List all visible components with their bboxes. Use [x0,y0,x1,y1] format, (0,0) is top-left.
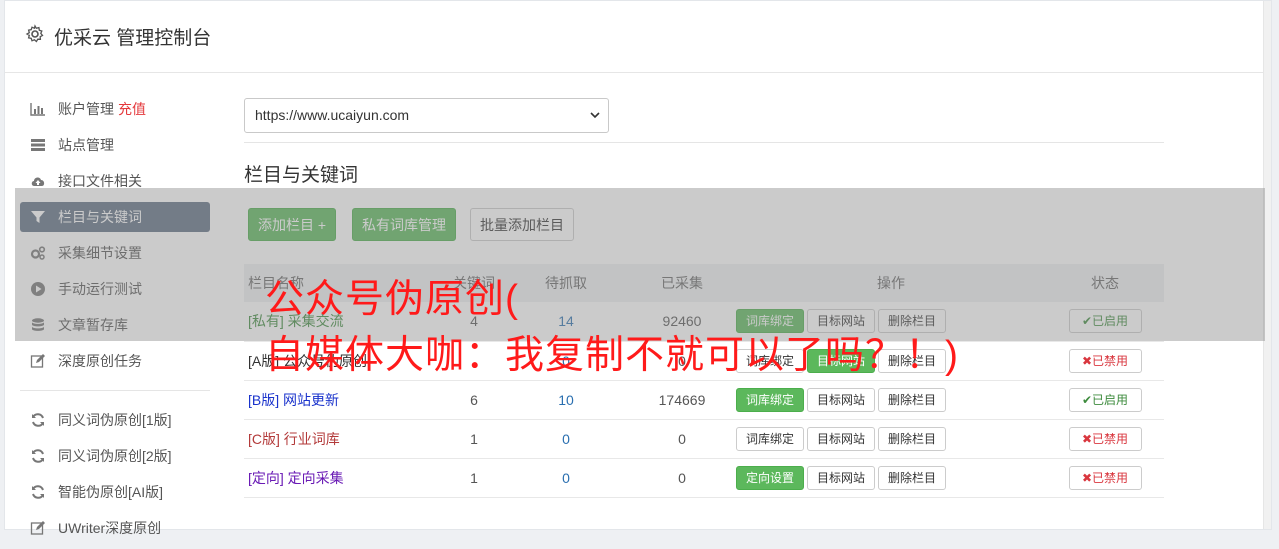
sidebar-item-label: 同义词伪原创[2版] [58,448,172,464]
table-row: [B版] 网站更新 6 10 174669 词库绑定 目标网站 删除栏目 ✔已启用 [244,380,1164,419]
sidebar-item-uwriter[interactable]: UWriter深度原创 [20,513,210,543]
app-title: 优采云 管理控制台 [54,28,212,49]
section-title: 栏目与关键词 [244,165,359,186]
divider [244,142,1164,143]
cloud-upload-icon [31,177,45,186]
sidebar-item-synonym-v1[interactable]: 同义词伪原创[1版] [20,405,210,435]
row-status: ✖已禁用 [1046,419,1164,458]
collected-count: 0 [678,469,686,486]
collected-count: 174669 [658,391,706,408]
sidebar-divider [20,390,210,391]
bar-chart-icon [30,103,45,116]
status-toggle[interactable]: ✖已禁用 [1068,426,1142,451]
column-name[interactable]: [C版] 行业词库 [244,419,444,458]
collected-count: 0 [678,430,686,447]
chevron-down-icon [590,112,600,119]
sidebar-item-label: 同义词伪原创[1版] [58,412,172,428]
column-name[interactable]: [B版] 网站更新 [244,380,444,419]
refresh-icon [32,413,44,427]
row-ops: 定向设置 目标网站 删除栏目 [736,458,1046,497]
edit-icon [30,354,45,368]
row-status: ✖已禁用 [1046,341,1164,380]
status-toggle[interactable]: ✖已禁用 [1068,348,1142,373]
delete-column-button[interactable]: 删除栏目 [878,387,947,412]
row-ops: 词库绑定 目标网站 删除栏目 [736,419,1046,458]
row-status: ✔已启用 [1046,380,1164,419]
sidebar-item-synonym-v2[interactable]: 同义词伪原创[2版] [20,441,210,471]
sidebar-item-label: 账户管理 [58,101,114,117]
pending-count[interactable]: 0 [504,419,628,458]
sidebar-item-label: UWriter深度原创 [58,520,162,536]
table-row: [C版] 行业词库 1 0 0 词库绑定 目标网站 删除栏目 ✖已禁用 [244,419,1164,458]
sidebar-item-deep-original[interactable]: 深度原创任务 [20,346,210,376]
status-toggle[interactable]: ✔已启用 [1068,387,1142,412]
refresh-icon [32,485,44,499]
row-status: ✖已禁用 [1046,458,1164,497]
sidebar-item-label: 智能伪原创[AI版] [58,484,164,500]
server-icon [31,139,45,151]
sidebar-item-label: 站点管理 [58,137,114,153]
sidebar-item-account[interactable]: 账户管理 充值 [20,94,210,124]
pending-count[interactable]: 0 [504,458,628,497]
status-toggle[interactable]: ✖已禁用 [1068,465,1142,490]
watermark-line-1: 公众号伪原创( [265,278,519,321]
row-ops: 词库绑定 目标网站 删除栏目 [736,380,1046,419]
gear-icon [25,24,44,43]
target-site-button[interactable]: 目标网站 [807,465,876,490]
site-select[interactable]: https://www.ucaiyun.com [244,98,609,133]
sidebar-item-sites[interactable]: 站点管理 [20,130,210,160]
sidebar-item-label: 接口文件相关 [58,173,142,189]
directed-settings-button[interactable]: 定向设置 [736,465,805,490]
keyword-count: 6 [470,391,478,408]
keyword-count: 1 [470,430,478,447]
refresh-icon [32,449,44,463]
watermark-line-2: 自媒体大咖：我复制不就可以了吗？！) [265,334,959,377]
bind-lib-button[interactable]: 词库绑定 [736,387,805,412]
header: 优采云 管理控制台 [5,1,1271,73]
target-site-button[interactable]: 目标网站 [807,387,876,412]
sidebar-item-ai-rewrite[interactable]: 智能伪原创[AI版] [20,477,210,507]
column-name[interactable]: [定向] 定向采集 [244,458,444,497]
edit-icon [30,521,45,535]
target-site-button[interactable]: 目标网站 [807,426,876,451]
keyword-count: 1 [470,469,478,486]
bind-lib-button[interactable]: 词库绑定 [736,426,805,451]
site-select-value: https://www.ucaiyun.com [255,107,410,123]
recharge-link[interactable]: 充值 [118,101,146,117]
watermark-overlay [15,188,1265,341]
table-row: [定向] 定向采集 1 0 0 定向设置 目标网站 删除栏目 ✖已禁用 [244,458,1164,497]
delete-column-button[interactable]: 删除栏目 [878,465,947,490]
sidebar-item-label: 深度原创任务 [58,353,142,369]
pending-count[interactable]: 10 [504,380,628,419]
delete-column-button[interactable]: 删除栏目 [878,426,947,451]
